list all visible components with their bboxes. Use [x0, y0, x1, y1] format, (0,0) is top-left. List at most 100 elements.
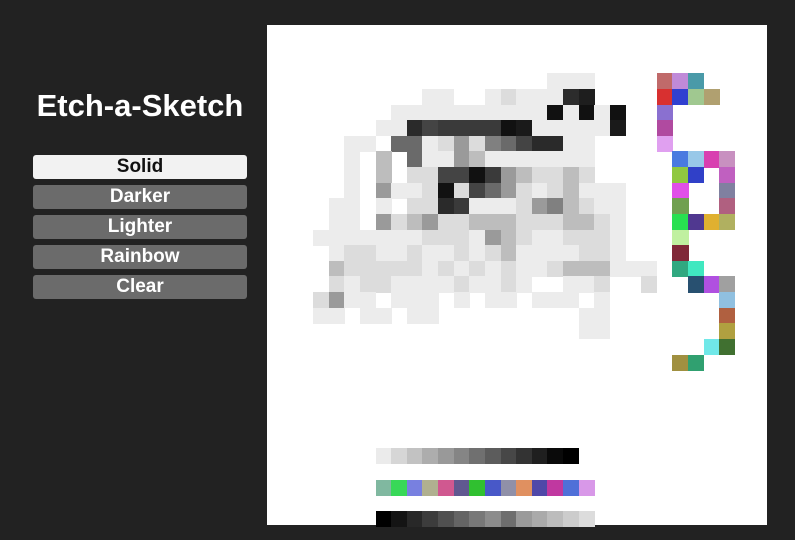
grid-cell[interactable]	[516, 104, 533, 121]
grid-cell[interactable]	[328, 198, 345, 215]
grid-cell[interactable]	[563, 292, 580, 309]
grid-cell[interactable]	[391, 229, 408, 246]
grid-cell[interactable]	[703, 338, 720, 355]
grid-cell[interactable]	[484, 135, 501, 152]
grid-cell[interactable]	[375, 510, 392, 527]
grid-cell[interactable]	[484, 151, 501, 168]
grid-cell[interactable]	[531, 479, 548, 496]
grid-cell[interactable]	[422, 276, 439, 293]
grid-cell[interactable]	[500, 88, 517, 105]
grid-cell[interactable]	[359, 307, 376, 324]
grid-cell[interactable]	[531, 229, 548, 246]
grid-cell[interactable]	[563, 479, 580, 496]
grid-cell[interactable]	[531, 292, 548, 309]
grid-cell[interactable]	[578, 260, 595, 277]
grid-cell[interactable]	[719, 323, 736, 340]
grid-cell[interactable]	[578, 135, 595, 152]
grid-cell[interactable]	[531, 88, 548, 105]
grid-cell[interactable]	[516, 510, 533, 527]
grid-cell[interactable]	[719, 182, 736, 199]
grid-cell[interactable]	[422, 448, 439, 465]
grid-cell[interactable]	[516, 88, 533, 105]
grid-cell[interactable]	[578, 213, 595, 230]
grid-cell[interactable]	[688, 151, 705, 168]
grid-cell[interactable]	[563, 229, 580, 246]
grid-cell[interactable]	[531, 245, 548, 262]
grid-cell[interactable]	[344, 245, 361, 262]
grid-cell[interactable]	[609, 198, 626, 215]
grid-cell[interactable]	[344, 260, 361, 277]
grid-cell[interactable]	[391, 104, 408, 121]
grid-cell[interactable]	[484, 448, 501, 465]
grid-cell[interactable]	[422, 213, 439, 230]
grid-cell[interactable]	[391, 213, 408, 230]
grid-cell[interactable]	[328, 292, 345, 309]
grid-cell[interactable]	[609, 213, 626, 230]
grid-cell[interactable]	[422, 479, 439, 496]
grid-cell[interactable]	[422, 151, 439, 168]
grid-cell[interactable]	[531, 135, 548, 152]
grid-cell[interactable]	[406, 120, 423, 137]
grid-cell[interactable]	[547, 151, 564, 168]
grid-cell[interactable]	[609, 245, 626, 262]
grid-cell[interactable]	[469, 120, 486, 137]
grid-cell[interactable]	[344, 292, 361, 309]
grid-cell[interactable]	[453, 245, 470, 262]
grid-cell[interactable]	[469, 479, 486, 496]
grid-cell[interactable]	[328, 276, 345, 293]
grid-cell[interactable]	[547, 73, 564, 90]
grid-cell[interactable]	[500, 276, 517, 293]
grid-cell[interactable]	[406, 307, 423, 324]
grid-cell[interactable]	[406, 229, 423, 246]
grid-cell[interactable]	[406, 245, 423, 262]
grid-cell[interactable]	[469, 182, 486, 199]
grid-cell[interactable]	[484, 245, 501, 262]
grid-cell[interactable]	[688, 260, 705, 277]
grid-cell[interactable]	[422, 182, 439, 199]
grid-cell[interactable]	[578, 245, 595, 262]
grid-cell[interactable]	[500, 104, 517, 121]
grid-cell[interactable]	[375, 448, 392, 465]
grid-cell[interactable]	[578, 167, 595, 184]
grid-cell[interactable]	[375, 245, 392, 262]
grid-cell[interactable]	[688, 167, 705, 184]
grid-cell[interactable]	[578, 104, 595, 121]
grid-cell[interactable]	[578, 323, 595, 340]
grid-cell[interactable]	[375, 182, 392, 199]
grid-cell[interactable]	[422, 104, 439, 121]
grid-cell[interactable]	[594, 213, 611, 230]
grid-cell[interactable]	[656, 135, 673, 152]
grid-cell[interactable]	[641, 260, 658, 277]
grid-cell[interactable]	[438, 198, 455, 215]
grid-cell[interactable]	[578, 229, 595, 246]
grid-cell[interactable]	[484, 276, 501, 293]
grid-cell[interactable]	[719, 167, 736, 184]
rainbow-button[interactable]: Rainbow	[33, 245, 247, 269]
grid-cell[interactable]	[391, 479, 408, 496]
grid-cell[interactable]	[438, 135, 455, 152]
grid-cell[interactable]	[563, 182, 580, 199]
grid-cell[interactable]	[656, 73, 673, 90]
grid-cell[interactable]	[406, 260, 423, 277]
grid-cell[interactable]	[516, 448, 533, 465]
grid-cell[interactable]	[547, 213, 564, 230]
grid-cell[interactable]	[719, 338, 736, 355]
grid-cell[interactable]	[688, 73, 705, 90]
clear-button[interactable]: Clear	[33, 275, 247, 299]
grid-cell[interactable]	[672, 73, 689, 90]
solid-button[interactable]: Solid	[33, 155, 247, 179]
grid-cell[interactable]	[438, 213, 455, 230]
grid-cell[interactable]	[547, 198, 564, 215]
grid-cell[interactable]	[641, 276, 658, 293]
grid-cell[interactable]	[516, 198, 533, 215]
grid-cell[interactable]	[594, 245, 611, 262]
grid-cell[interactable]	[719, 151, 736, 168]
grid-cell[interactable]	[531, 448, 548, 465]
grid-cell[interactable]	[563, 151, 580, 168]
grid-cell[interactable]	[656, 88, 673, 105]
grid-cell[interactable]	[578, 73, 595, 90]
grid-cell[interactable]	[547, 229, 564, 246]
grid-cell[interactable]	[469, 198, 486, 215]
grid-cell[interactable]	[406, 182, 423, 199]
grid-cell[interactable]	[719, 292, 736, 309]
